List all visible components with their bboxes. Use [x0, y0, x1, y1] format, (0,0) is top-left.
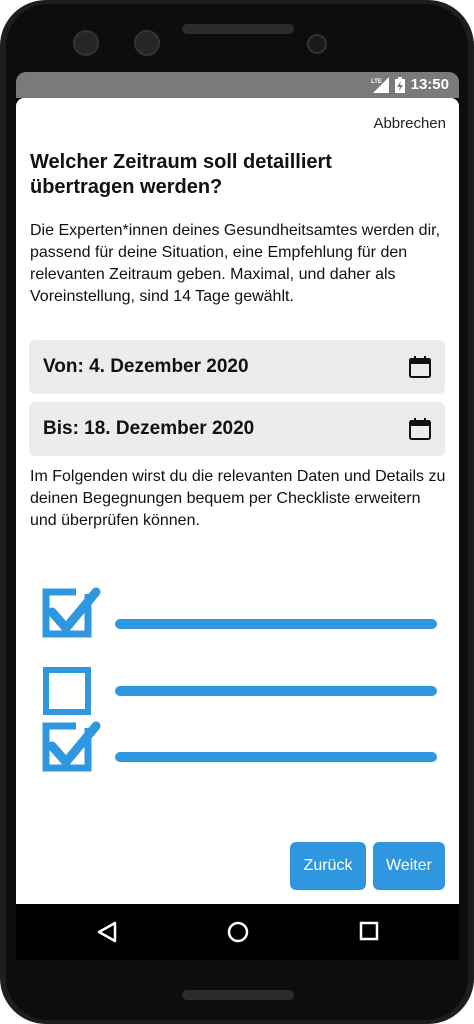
status-time: 13:50	[410, 76, 449, 93]
front-sensor	[134, 30, 160, 56]
description-text: Die Experten*innen deines Gesundheitsamt…	[30, 222, 441, 305]
date-to-label: Bis: 18. Dezember 2020	[43, 418, 255, 439]
calendar-icon	[408, 417, 432, 441]
phone-frame: LTE 13:50 Abbrechen Welcher Zeitraum sol…	[0, 0, 474, 1024]
front-camera	[73, 30, 99, 56]
battery-charging-icon	[394, 76, 405, 93]
checklist-illustration	[40, 586, 440, 776]
status-bar: LTE 13:50	[16, 72, 459, 98]
system-navbar	[16, 904, 459, 960]
checkbox-empty-icon	[43, 667, 91, 715]
date-to-field[interactable]: Bis: 18. Dezember 2020	[29, 402, 445, 456]
page-title: Welcher Zeitraum soll detailliert übertr…	[30, 151, 332, 198]
back-button[interactable]: Zurück	[290, 842, 366, 890]
date-from-field[interactable]: Von: 4. Dezember 2020	[29, 340, 445, 394]
dialog-sheet: Abbrechen Welcher Zeitraum soll detailli…	[16, 98, 459, 904]
lte-signal-icon: LTE	[371, 76, 389, 93]
home-circle-icon[interactable]	[226, 920, 250, 949]
checkbox-checked-icon	[42, 587, 101, 638]
recents-square-icon[interactable]	[358, 920, 380, 947]
proximity-sensor	[307, 34, 327, 54]
checkbox-checked-icon	[42, 721, 101, 772]
info-text: Im Folgenden wirst du die relevanten Dat…	[30, 468, 446, 529]
next-button[interactable]: Weiter	[373, 842, 445, 890]
svg-text:LTE: LTE	[371, 79, 382, 85]
date-from-label: Von: 4. Dezember 2020	[43, 356, 249, 377]
cancel-button[interactable]: Abbrechen	[373, 115, 446, 132]
earpiece-speaker	[182, 24, 294, 34]
bottom-speaker	[182, 990, 294, 1000]
screen: LTE 13:50 Abbrechen Welcher Zeitraum sol…	[16, 72, 459, 960]
back-triangle-icon[interactable]	[96, 920, 118, 949]
calendar-icon	[408, 355, 432, 379]
